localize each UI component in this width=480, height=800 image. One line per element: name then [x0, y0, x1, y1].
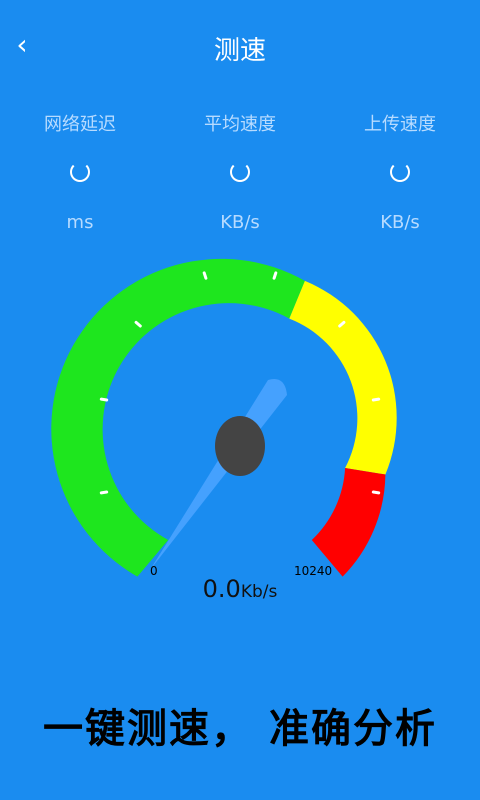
- metric-average-speed: 平均速度 KB/s: [160, 108, 320, 233]
- page-title: 测速: [213, 36, 266, 66]
- header-bar: ‹ 测速: [0, 0, 480, 90]
- metric-unit: KB/s: [220, 212, 260, 233]
- metric-label: 网络延迟: [44, 114, 116, 135]
- metric-unit: ms: [66, 212, 94, 233]
- gauge-arc-yellow: [289, 280, 397, 475]
- gauge-arc-red: [311, 468, 386, 577]
- loading-spinner-icon: [230, 162, 250, 182]
- speed-unit: Kb/s: [240, 582, 278, 602]
- gauge-hub: [215, 416, 265, 476]
- speed-value: 0.0: [202, 575, 241, 603]
- loading-spinner-icon: [390, 162, 410, 182]
- speed-reading: 0.0Kb/s: [0, 575, 480, 603]
- loading-spinner-icon: [70, 162, 90, 182]
- slogan-text: 一键测速， 准确分析: [43, 705, 437, 752]
- metric-label: 平均速度: [204, 114, 276, 135]
- metrics-row: 网络延迟 ms 平均速度 KB/s 上传速度 KB/s: [0, 108, 480, 238]
- metric-upload-speed: 上传速度 KB/s: [320, 108, 480, 233]
- metric-latency: 网络延迟 ms: [0, 108, 160, 233]
- metric-unit: KB/s: [380, 212, 420, 233]
- speed-gauge: 0 10240 0.0Kb/s: [0, 240, 480, 620]
- gauge-svg: [51, 258, 397, 577]
- gauge-needle: [150, 379, 287, 570]
- metric-label: 上传速度: [364, 114, 436, 135]
